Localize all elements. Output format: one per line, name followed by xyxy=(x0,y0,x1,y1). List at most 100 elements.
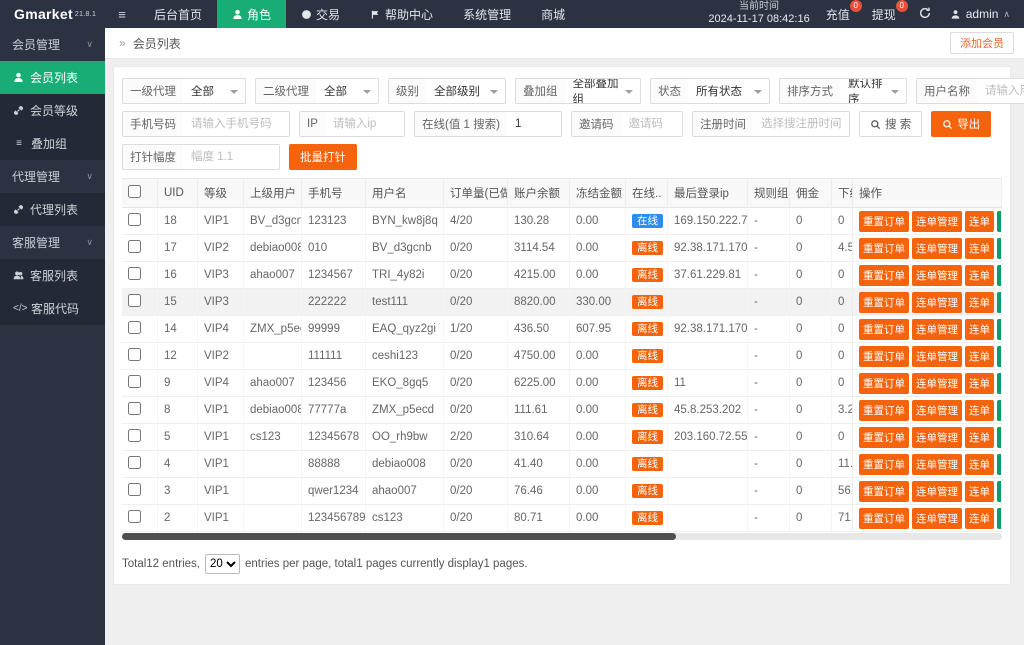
reset-order-button[interactable]: 重置订单 xyxy=(859,480,909,502)
withdraw-button[interactable]: 提现 0 xyxy=(872,0,908,23)
reset-order-button[interactable]: 重置订单 xyxy=(859,426,909,448)
menu-toggle-icon[interactable]: ≡ xyxy=(105,0,139,28)
combo-button[interactable]: 连单 xyxy=(965,507,994,529)
row-checkbox[interactable] xyxy=(128,213,141,226)
reg-time-input[interactable] xyxy=(753,112,849,136)
nav-item-roles[interactable]: 角色 xyxy=(217,0,287,28)
combo-button[interactable]: 连单 xyxy=(965,264,994,286)
select-all-checkbox[interactable] xyxy=(128,185,141,198)
combo-button[interactable]: 连单 xyxy=(965,237,994,259)
agent1-select[interactable]: 全部 xyxy=(183,79,245,103)
combo-manage-button[interactable]: 连单管理 xyxy=(912,453,962,475)
sidebar-item-support-code[interactable]: </> 客服代码 xyxy=(0,292,105,325)
reset-order-button[interactable]: 重置订单 xyxy=(859,453,909,475)
sidebar-item-member-level[interactable]: 会员等级 xyxy=(0,94,105,127)
combo-manage-button[interactable]: 连单管理 xyxy=(912,399,962,421)
page-size-select[interactable]: 20 xyxy=(205,554,240,574)
combo-button[interactable]: 连单 xyxy=(965,345,994,367)
add-member-button[interactable]: 添加会员 xyxy=(950,32,1014,54)
overlay-group-select[interactable]: 全部叠加组 xyxy=(565,79,641,103)
combo-manage-button[interactable]: 连单管理 xyxy=(912,507,962,529)
edit-button[interactable]: 编辑 xyxy=(997,345,1001,367)
edit-button[interactable]: 编辑 xyxy=(997,480,1001,502)
reset-order-button[interactable]: 重置订单 xyxy=(859,291,909,313)
reset-order-button[interactable]: 重置订单 xyxy=(859,372,909,394)
scrollbar-thumb[interactable] xyxy=(122,533,677,540)
combo-button[interactable]: 连单 xyxy=(965,480,994,502)
combo-manage-button[interactable]: 连单管理 xyxy=(912,372,962,394)
username-input[interactable] xyxy=(977,79,1024,103)
edit-button[interactable]: 编辑 xyxy=(997,237,1001,259)
row-checkbox[interactable] xyxy=(128,375,141,388)
recharge-button[interactable]: 充值 0 xyxy=(826,0,862,23)
edit-button[interactable]: 编辑 xyxy=(997,318,1001,340)
inject-range-input[interactable] xyxy=(183,145,279,169)
edit-button[interactable]: 编辑 xyxy=(997,372,1001,394)
sidebar-item-member-list[interactable]: 会员列表 xyxy=(0,61,105,94)
combo-manage-button[interactable]: 连单管理 xyxy=(912,237,962,259)
combo-button[interactable]: 连单 xyxy=(965,453,994,475)
row-checkbox[interactable] xyxy=(128,456,141,469)
combo-button[interactable]: 连单 xyxy=(965,318,994,340)
combo-manage-button[interactable]: 连单管理 xyxy=(912,480,962,502)
combo-manage-button[interactable]: 连单管理 xyxy=(912,210,962,232)
combo-manage-button[interactable]: 连单管理 xyxy=(912,318,962,340)
row-checkbox[interactable] xyxy=(128,321,141,334)
sidebar-item-overlay-group[interactable]: ≡ 叠加组 xyxy=(0,127,105,160)
reset-order-button[interactable]: 重置订单 xyxy=(859,210,909,232)
reset-order-button[interactable]: 重置订单 xyxy=(859,318,909,340)
user-menu[interactable]: admin ∧ xyxy=(950,7,1010,21)
combo-button[interactable]: 连单 xyxy=(965,210,994,232)
combo-manage-button[interactable]: 连单管理 xyxy=(912,426,962,448)
sidebar-item-support-list[interactable]: 客服列表 xyxy=(0,259,105,292)
edit-button[interactable]: 编辑 xyxy=(997,453,1001,475)
refresh-icon[interactable] xyxy=(918,6,934,22)
combo-manage-button[interactable]: 连单管理 xyxy=(912,291,962,313)
reset-order-button[interactable]: 重置订单 xyxy=(859,507,909,529)
agent2-select[interactable]: 全部 xyxy=(316,79,378,103)
level-select[interactable]: 全部级别 xyxy=(426,79,505,103)
row-checkbox[interactable] xyxy=(128,429,141,442)
edit-button[interactable]: 编辑 xyxy=(997,291,1001,313)
reset-order-button[interactable]: 重置订单 xyxy=(859,264,909,286)
combo-button[interactable]: 连单 xyxy=(965,426,994,448)
phone-input[interactable] xyxy=(183,112,289,136)
sidebar-item-agent-list[interactable]: 代理列表 xyxy=(0,193,105,226)
reset-order-button[interactable]: 重置订单 xyxy=(859,345,909,367)
reset-order-button[interactable]: 重置订单 xyxy=(859,399,909,421)
nav-item-system[interactable]: 系统管理 xyxy=(448,0,526,28)
row-checkbox[interactable] xyxy=(128,510,141,523)
invite-code-input[interactable] xyxy=(620,112,682,136)
export-button[interactable]: 导出 xyxy=(931,111,992,137)
combo-button[interactable]: 连单 xyxy=(965,399,994,421)
status-select[interactable]: 所有状态 xyxy=(688,79,769,103)
edit-button[interactable]: 编辑 xyxy=(997,507,1001,529)
combo-manage-button[interactable]: 连单管理 xyxy=(912,345,962,367)
sidebar-group-agents[interactable]: 代理管理 ∨ xyxy=(0,160,105,193)
sidebar-group-support[interactable]: 客服管理 ∨ xyxy=(0,226,105,259)
combo-manage-button[interactable]: 连单管理 xyxy=(912,264,962,286)
edit-button[interactable]: 编辑 xyxy=(997,264,1001,286)
sidebar-group-members[interactable]: 会员管理 ∨ xyxy=(0,28,105,61)
reset-order-button[interactable]: 重置订单 xyxy=(859,237,909,259)
row-checkbox[interactable] xyxy=(128,294,141,307)
edit-button[interactable]: 编辑 xyxy=(997,426,1001,448)
nav-item-trade[interactable]: 交易 xyxy=(286,0,355,28)
batch-inject-button[interactable]: 批量打针 xyxy=(289,144,357,170)
online-input[interactable] xyxy=(506,112,561,136)
nav-item-dashboard[interactable]: 后台首页 xyxy=(139,0,217,28)
row-checkbox[interactable] xyxy=(128,483,141,496)
combo-button[interactable]: 连单 xyxy=(965,372,994,394)
row-checkbox[interactable] xyxy=(128,402,141,415)
row-checkbox[interactable] xyxy=(128,240,141,253)
row-checkbox[interactable] xyxy=(128,348,141,361)
ip-input[interactable] xyxy=(324,112,404,136)
edit-button[interactable]: 编辑 xyxy=(997,210,1001,232)
combo-button[interactable]: 连单 xyxy=(965,291,994,313)
nav-item-help-center[interactable]: 帮助中心 xyxy=(355,0,448,28)
nav-item-mall[interactable]: 商城 xyxy=(526,0,580,28)
row-checkbox[interactable] xyxy=(128,267,141,280)
edit-button[interactable]: 编辑 xyxy=(997,399,1001,421)
sort-select[interactable]: 默认排序 xyxy=(840,79,906,103)
search-button[interactable]: 搜 索 xyxy=(859,111,923,137)
